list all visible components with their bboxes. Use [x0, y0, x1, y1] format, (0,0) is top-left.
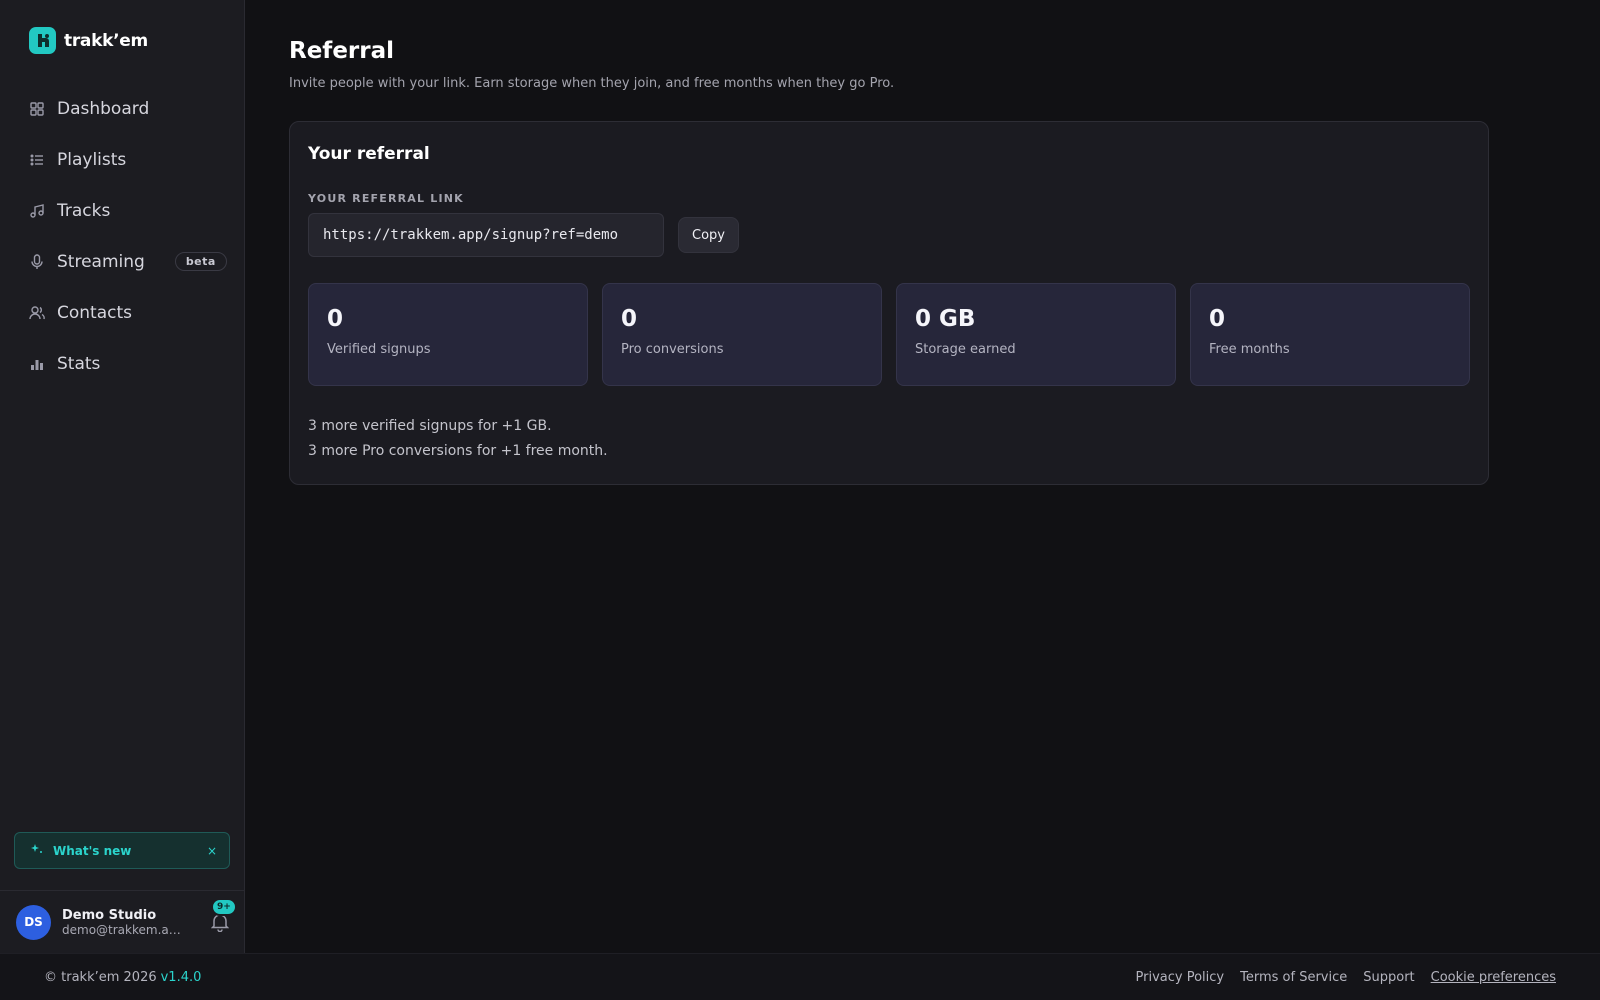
- stat-card-free-months: 0 Free months: [1190, 283, 1470, 386]
- list-icon: [29, 152, 45, 168]
- sparkle-icon: [31, 841, 43, 860]
- stat-label: Free months: [1209, 342, 1290, 357]
- dashboard-grid-icon: [29, 101, 45, 117]
- stat-value: 0: [1209, 306, 1226, 332]
- sidebar-item-streaming[interactable]: Streaming beta: [0, 236, 245, 287]
- stat-label: Storage earned: [915, 342, 1016, 357]
- notification-count-badge: 9+: [211, 898, 237, 916]
- sidebar-nav: Dashboard Playlists Tracks Streaming bet…: [0, 83, 245, 389]
- logo-icon: [29, 27, 56, 54]
- note-signups: 3 more verified signups for +1 GB.: [308, 418, 552, 434]
- referral-card: Your referral YOUR REFERRAL LINK Copy 0 …: [289, 121, 1489, 485]
- sidebar-item-label: Playlists: [57, 149, 127, 170]
- stat-value: 0: [327, 306, 344, 332]
- support-link[interactable]: Support: [1363, 970, 1414, 985]
- sidebar-item-contacts[interactable]: Contacts: [0, 287, 245, 338]
- progress-notes: 3 more verified signups for +1 GB. 3 mor…: [308, 414, 1470, 464]
- whats-new-banner[interactable]: What's new ×: [14, 832, 230, 869]
- page-subtitle: Invite people with your link. Earn stora…: [289, 76, 895, 91]
- terms-of-service-link[interactable]: Terms of Service: [1240, 970, 1347, 985]
- user-email: demo@trakkem.app: [62, 922, 182, 937]
- referral-link-field[interactable]: [308, 213, 664, 257]
- sidebar-item-label: Stats: [57, 353, 101, 374]
- sidebar-item-label: Dashboard: [57, 98, 150, 119]
- bar-chart-icon: [29, 356, 45, 372]
- close-icon[interactable]: ×: [207, 844, 217, 858]
- avatar: DS: [16, 904, 51, 940]
- notifications-button[interactable]: 9+: [210, 898, 237, 933]
- copy-button[interactable]: Copy: [678, 217, 739, 253]
- logo[interactable]: trakk’em: [29, 27, 148, 54]
- user-name: Demo Studio: [62, 907, 157, 923]
- sidebar: trakk’em Dashboard Playlists Tracks Stre…: [0, 0, 245, 953]
- user-profile[interactable]: DS Demo Studio demo@trakkem.app 9+: [0, 890, 245, 953]
- sidebar-item-label: Streaming: [57, 251, 145, 272]
- sidebar-item-tracks[interactable]: Tracks: [0, 185, 245, 236]
- brand-name: trakk’em: [64, 30, 148, 51]
- main-content: Referral Invite people with your link. E…: [289, 38, 1489, 485]
- sidebar-item-label: Tracks: [57, 200, 111, 221]
- stat-card-storage-earned: 0 GB Storage earned: [896, 283, 1176, 386]
- stat-card-pro-conversions: 0 Pro conversions: [602, 283, 882, 386]
- microphone-icon: [29, 253, 45, 270]
- privacy-policy-link[interactable]: Privacy Policy: [1136, 970, 1225, 985]
- sidebar-item-label: Contacts: [57, 302, 132, 323]
- stat-label: Pro conversions: [621, 342, 724, 357]
- sidebar-item-dashboard[interactable]: Dashboard: [0, 83, 245, 134]
- footer: © trakk’em 2026 v1.4.0 Privacy Policy Te…: [0, 953, 1600, 1000]
- stats-row: 0 Verified signups 0 Pro conversions 0 G…: [308, 283, 1470, 386]
- music-note-icon: [29, 203, 45, 219]
- footer-links: Privacy Policy Terms of Service Support …: [1136, 970, 1556, 985]
- stat-value: 0 GB: [915, 306, 976, 332]
- bell-icon: [210, 914, 230, 936]
- stat-value: 0: [621, 306, 638, 332]
- page-title: Referral: [289, 38, 395, 64]
- whats-new-label: What's new: [53, 843, 132, 858]
- copyright: © trakk’em 2026: [44, 969, 157, 985]
- referral-link-label: YOUR REFERRAL LINK: [308, 192, 464, 205]
- note-conversions: 3 more Pro conversions for +1 free month…: [308, 443, 608, 459]
- stat-card-verified-signups: 0 Verified signups: [308, 283, 588, 386]
- beta-badge: beta: [174, 252, 227, 271]
- sidebar-item-stats[interactable]: Stats: [0, 338, 245, 389]
- sidebar-item-playlists[interactable]: Playlists: [0, 134, 245, 185]
- users-icon: [29, 305, 45, 321]
- card-title: Your referral: [308, 144, 430, 164]
- cookie-preferences-link[interactable]: Cookie preferences: [1431, 970, 1556, 985]
- referral-link-row: Copy: [308, 213, 1470, 257]
- stat-label: Verified signups: [327, 342, 431, 357]
- version-link[interactable]: v1.4.0: [161, 970, 202, 985]
- user-info: Demo Studio demo@trakkem.app: [62, 908, 182, 937]
